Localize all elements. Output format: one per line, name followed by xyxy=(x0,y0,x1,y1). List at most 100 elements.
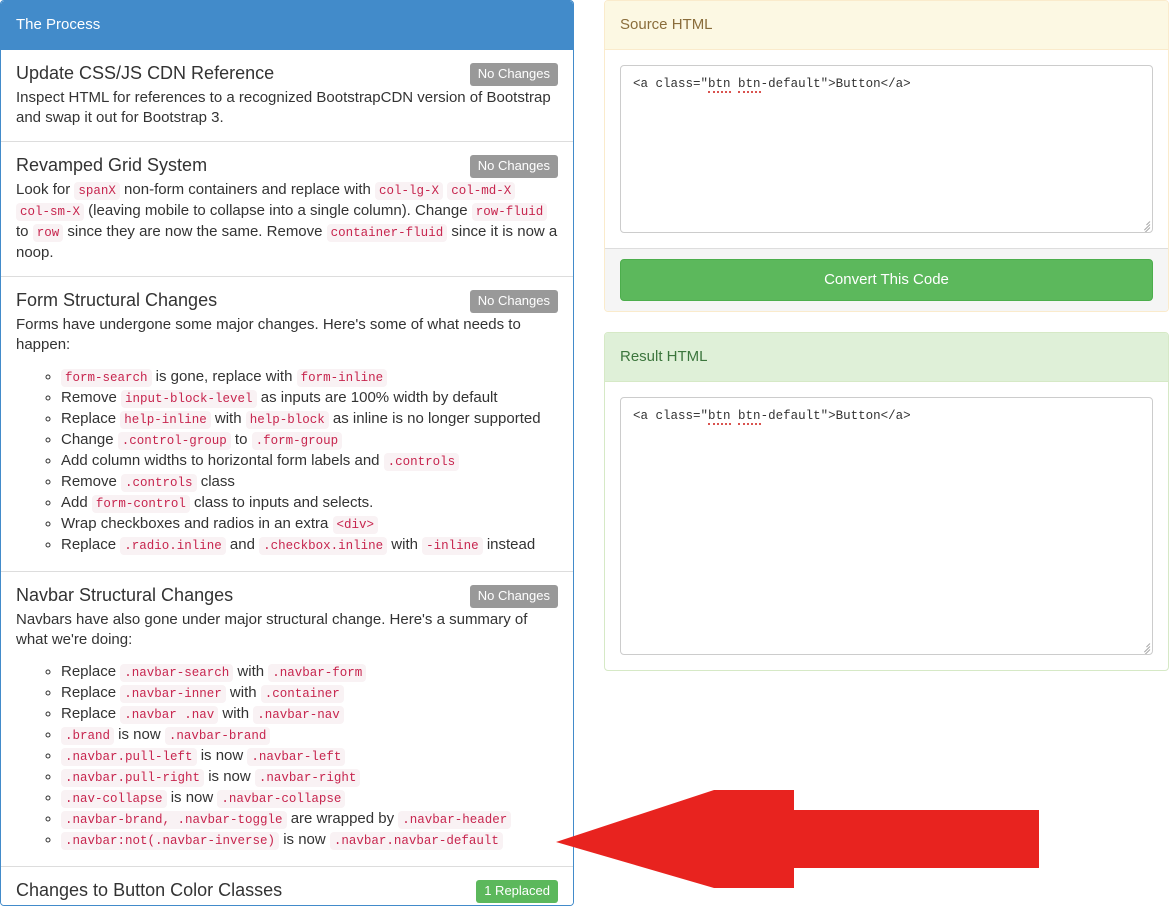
inline-code: .navbar-search xyxy=(120,664,234,682)
page-root: The Process Update CSS/JS CDN Reference N… xyxy=(0,0,1169,909)
inline-code: .navbar.pull-left xyxy=(61,748,197,766)
inline-code: .navbar-right xyxy=(254,769,361,787)
process-item: Form Structural Changes No Changes Forms h… xyxy=(1,276,573,571)
list-item: .brand is now .navbar-brand xyxy=(61,725,558,746)
list-item: Add form-control class to inputs and sel… xyxy=(61,493,558,514)
result-html-heading: Result HTML xyxy=(605,333,1168,382)
result-html-body: <a class="btn btn-default">Button</a> xyxy=(605,382,1168,670)
process-item-header: Changes to Button Color Classes 1 Replace… xyxy=(16,878,558,903)
inline-code: container-fluid xyxy=(326,224,448,242)
list-item: Replace help-inline with help-block as i… xyxy=(61,409,558,430)
list-item: Change .control-group to .form-group xyxy=(61,430,558,451)
inline-code: .navbar-nav xyxy=(253,706,344,724)
process-item-header: Update CSS/JS CDN Reference No Changes xyxy=(16,61,558,86)
process-item-description: Add btn-default to btn elements with no … xyxy=(16,905,558,906)
list-item: .navbar:not(.navbar-inverse) is now .nav… xyxy=(61,830,558,851)
list-item: .nav-collapse is now .navbar-collapse xyxy=(61,788,558,809)
list-item: Wrap checkboxes and radios in an extra <… xyxy=(61,514,558,535)
inline-code: .navbar-collapse xyxy=(217,790,346,808)
inline-code: .navbar-form xyxy=(268,664,367,682)
inline-code: -inline xyxy=(422,537,483,555)
process-item-sublist: Replace .navbar-search with .navbar-form… xyxy=(16,662,558,851)
inline-code: .brand xyxy=(61,727,115,745)
process-item: Revamped Grid System No Changes Look for s… xyxy=(1,141,573,276)
process-item: Navbar Structural Changes No Changes Navba… xyxy=(1,571,573,866)
process-item-title: Form Structural Changes xyxy=(16,290,218,310)
inline-code: .navbar-left xyxy=(247,748,346,766)
source-html-body: <a class="btn btn-default">Button</a> xyxy=(605,50,1168,248)
resize-handle-icon[interactable] xyxy=(1138,640,1151,654)
spellcheck-underline: btn xyxy=(708,77,731,93)
process-item-description: Look for spanX non-form containers and r… xyxy=(16,181,558,261)
inline-code: spanX xyxy=(74,182,120,200)
resize-handle-icon[interactable] xyxy=(1138,218,1151,232)
annotation-arrow-left xyxy=(556,786,1046,898)
list-item: Add column widths to horizontal form lab… xyxy=(61,451,558,472)
status-badge: No Changes xyxy=(469,63,558,86)
list-item: Remove input-block-level as inputs are 1… xyxy=(61,388,558,409)
source-html-title: Source HTML xyxy=(620,16,713,33)
converter-column: Source HTML <a class="btn btn-default">B… xyxy=(604,0,1169,691)
process-column: The Process Update CSS/JS CDN Reference N… xyxy=(0,0,574,906)
process-list: Update CSS/JS CDN Reference No Changes Ins… xyxy=(1,50,573,906)
inline-code: .checkbox.inline xyxy=(259,537,388,555)
source-html-code: <a class="btn btn-default">Button</a> xyxy=(633,77,911,93)
inline-code: .container xyxy=(260,685,344,703)
inline-code: .navbar.navbar-default xyxy=(329,832,503,850)
process-panel-title: The Process xyxy=(16,16,101,33)
convert-code-button[interactable]: Convert This Code xyxy=(620,259,1153,301)
process-item: Update CSS/JS CDN Reference No Changes Ins… xyxy=(1,50,573,141)
inline-code: .navbar-brand xyxy=(164,727,271,745)
inline-code: col-md-X xyxy=(447,182,516,200)
source-html-panel: Source HTML <a class="btn btn-default">B… xyxy=(604,0,1169,312)
inline-code: help-inline xyxy=(120,411,211,429)
process-item-description: Inspect HTML for references to a recogni… xyxy=(16,89,551,126)
convert-footer: Convert This Code xyxy=(605,248,1168,311)
arrow-left-icon xyxy=(556,790,1039,888)
status-badge: 1 Replaced xyxy=(476,880,558,903)
list-item: .navbar-brand, .navbar-toggle are wrappe… xyxy=(61,809,558,830)
list-item: Replace .navbar .nav with .navbar-nav xyxy=(61,704,558,725)
inline-code: form-inline xyxy=(296,369,388,387)
inline-code: row-fluid xyxy=(471,203,548,221)
list-item: form-search is gone, replace with form-i… xyxy=(61,367,558,388)
spellcheck-underline: btn xyxy=(708,409,731,425)
inline-code: col-lg-X xyxy=(375,182,444,200)
result-html-output[interactable]: <a class="btn btn-default">Button</a> xyxy=(620,397,1153,655)
source-html-heading: Source HTML xyxy=(605,1,1168,50)
inline-code: .navbar-brand, .navbar-toggle xyxy=(61,811,287,829)
process-item-description: Navbars have also gone under major struc… xyxy=(16,611,528,648)
inline-code: <div> xyxy=(332,516,379,534)
inline-code: form-control xyxy=(91,495,190,513)
inline-code: .navbar-header xyxy=(398,811,512,829)
process-panel: The Process Update CSS/JS CDN Reference N… xyxy=(0,0,574,906)
status-badge: No Changes xyxy=(469,155,558,178)
inline-code: .form-group xyxy=(251,432,343,450)
process-item: Changes to Button Color Classes 1 Replace… xyxy=(1,866,573,906)
list-item: Remove .controls class xyxy=(61,472,558,493)
inline-code: .radio.inline xyxy=(120,537,226,555)
spellcheck-underline: btn xyxy=(738,409,761,425)
process-item-title: Changes to Button Color Classes xyxy=(16,880,283,900)
process-item-header: Form Structural Changes No Changes xyxy=(16,288,558,313)
source-html-input[interactable]: <a class="btn btn-default">Button</a> xyxy=(620,65,1153,233)
inline-code: .navbar-inner xyxy=(120,685,226,703)
process-item-sublist: form-search is gone, replace with form-i… xyxy=(16,367,558,556)
inline-code: .control-group xyxy=(117,432,231,450)
inline-code: help-block xyxy=(245,411,329,429)
inline-code: .navbar .nav xyxy=(120,706,219,724)
list-item: Replace .navbar-inner with .container xyxy=(61,683,558,704)
list-item: Replace .radio.inline and .checkbox.inli… xyxy=(61,535,558,556)
inline-code: .nav-collapse xyxy=(61,790,167,808)
result-html-code: <a class="btn btn-default">Button</a> xyxy=(633,409,911,425)
process-item-description: Forms have undergone some major changes.… xyxy=(16,316,521,353)
process-item-title: Navbar Structural Changes xyxy=(16,585,234,605)
inline-code: col-sm-X xyxy=(16,203,85,221)
result-html-title: Result HTML xyxy=(620,348,708,365)
inline-code: row xyxy=(32,224,64,242)
process-item-header: Revamped Grid System No Changes xyxy=(16,153,558,178)
inline-code: .controls xyxy=(383,453,460,471)
process-item-title: Update CSS/JS CDN Reference xyxy=(16,63,275,83)
inline-code: input-block-level xyxy=(121,390,257,408)
list-item: Replace .navbar-search with .navbar-form xyxy=(61,662,558,683)
